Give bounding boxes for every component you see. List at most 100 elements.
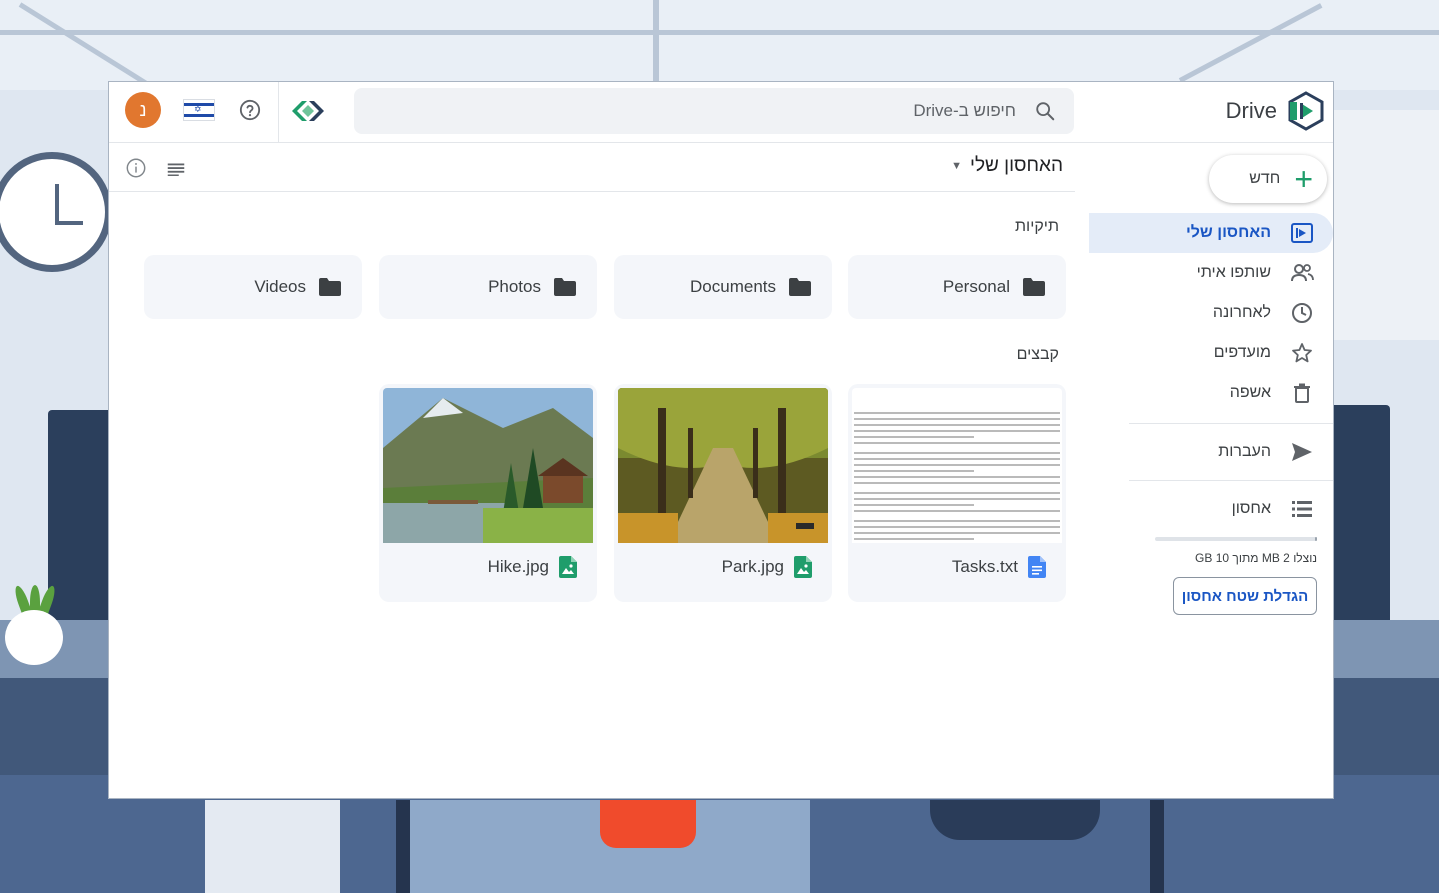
clock-icon xyxy=(1289,300,1315,326)
folder-icon xyxy=(554,278,576,296)
text-preview-line xyxy=(854,430,1060,432)
folder-name: Photos xyxy=(488,277,541,296)
file-meta: Hike.jpg xyxy=(488,556,577,578)
drive-logo-icon xyxy=(1288,91,1324,131)
file-thumbnail xyxy=(383,388,593,543)
drive-folder-icon xyxy=(1289,220,1315,246)
folder-name: Videos xyxy=(254,277,306,296)
text-preview-line xyxy=(854,520,1060,522)
text-preview-line xyxy=(854,452,1060,454)
desk-leg xyxy=(396,800,410,893)
file-meta: Park.jpg xyxy=(722,556,812,578)
app-switcher-icon-svg xyxy=(292,101,324,121)
text-preview-line xyxy=(854,436,974,438)
desk-leg xyxy=(1150,800,1164,893)
text-preview-line xyxy=(854,418,1060,420)
window-mullion xyxy=(653,0,659,90)
text-preview-line xyxy=(854,526,1060,528)
text-preview xyxy=(852,388,1062,543)
folder-icon xyxy=(789,278,811,296)
breadcrumb[interactable]: האחסון שלי ▼ xyxy=(951,155,1063,177)
text-preview-line xyxy=(854,510,1060,512)
new-button[interactable]: + חדש xyxy=(1209,155,1327,203)
wall-cabinet xyxy=(1320,110,1439,340)
file-tasks[interactable]: Tasks.txt xyxy=(848,384,1066,602)
storage-bar xyxy=(1155,537,1317,541)
sidebar-item-label: אשפה xyxy=(1229,384,1271,401)
sidebar-item-label: לאחרונה xyxy=(1212,304,1271,321)
star-icon xyxy=(1289,340,1315,366)
send-icon xyxy=(1289,439,1315,465)
upgrade-storage-button[interactable]: הגדלת שטח אחסון xyxy=(1173,577,1317,615)
folder-documents[interactable]: Documents xyxy=(614,255,832,319)
storage-icon xyxy=(1289,496,1315,522)
divider xyxy=(278,82,279,142)
text-preview-line xyxy=(854,442,1060,444)
file-hike[interactable]: Hike.jpg xyxy=(379,384,597,602)
window xyxy=(0,0,1439,90)
sidebar-item-label: מועדפים xyxy=(1213,344,1271,361)
sidebar-item-trash[interactable]: אשפה xyxy=(1089,373,1333,413)
folder-photos[interactable]: Photos xyxy=(379,255,597,319)
drawer-cabinet xyxy=(205,800,340,893)
list-view-icon[interactable] xyxy=(165,158,187,180)
text-preview-line xyxy=(854,424,1060,426)
folders-title: תיקיות xyxy=(1014,218,1059,235)
storage-usage-text: נוצלו 2 MB מתוך 10 GB xyxy=(1195,551,1317,565)
text-preview-line xyxy=(854,492,1060,494)
help-icon[interactable] xyxy=(239,99,261,121)
new-button-label: חדש xyxy=(1249,170,1281,187)
file-meta: Tasks.txt xyxy=(952,556,1046,578)
top-bar: נ ✡ Drive xyxy=(109,82,1333,143)
search-input[interactable] xyxy=(614,100,1018,122)
file-park[interactable]: Park.jpg xyxy=(614,384,832,602)
sidebar-item-label: אחסון xyxy=(1231,500,1271,517)
divider xyxy=(1129,480,1333,481)
text-preview-line xyxy=(854,458,1060,460)
sidebar: + חדש האחסון שלי שותפו איתי לאחרונה מועד… xyxy=(1089,143,1333,798)
sidebar-item-transfers[interactable]: העברות xyxy=(1089,432,1333,472)
park-image xyxy=(618,388,828,543)
sidebar-item-storage[interactable]: אחסון xyxy=(1089,489,1333,529)
text-preview-line xyxy=(854,532,1060,534)
storage-bar-fill xyxy=(1315,537,1317,541)
sidebar-item-shared[interactable]: שותפו איתי xyxy=(1089,253,1333,293)
text-preview-line xyxy=(854,412,1060,414)
plant-pot xyxy=(5,610,63,665)
text-preview-line xyxy=(854,470,974,472)
folder-videos[interactable]: Videos xyxy=(144,255,362,319)
folder-name: Documents xyxy=(690,277,776,296)
folder-icon xyxy=(319,278,341,296)
image-file-icon xyxy=(559,556,577,578)
file-thumbnail xyxy=(852,388,1062,543)
israel-flag-icon[interactable]: ✡ xyxy=(183,99,215,121)
text-preview-line xyxy=(854,538,974,540)
text-preview-line xyxy=(854,482,1060,484)
brand[interactable]: Drive xyxy=(1226,90,1325,132)
search-bar[interactable] xyxy=(354,88,1074,134)
sidebar-item-recent[interactable]: לאחרונה xyxy=(1089,293,1333,333)
divider xyxy=(1129,423,1333,424)
app-switcher-icon[interactable] xyxy=(289,94,327,128)
folder-personal[interactable]: Personal xyxy=(848,255,1066,319)
info-icon[interactable] xyxy=(125,157,147,179)
drive-app-window: נ ✡ Drive xyxy=(108,81,1334,799)
avatar[interactable]: נ xyxy=(125,92,161,128)
file-name: Hike.jpg xyxy=(487,557,549,576)
sidebar-item-label: שותפו איתי xyxy=(1196,264,1271,281)
brand-name: Drive xyxy=(1225,98,1277,123)
window-mullion xyxy=(0,30,1439,35)
trash-icon xyxy=(1289,380,1315,406)
sidebar-item-label: האחסון שלי xyxy=(1185,224,1271,241)
main-header: האחסון שלי ▼ xyxy=(109,143,1075,192)
sidebar-item-my-drive[interactable]: האחסון שלי xyxy=(1089,213,1333,253)
text-preview-line xyxy=(854,504,974,506)
sidebar-item-starred[interactable]: מועדפים xyxy=(1089,333,1333,373)
dark-chair xyxy=(930,800,1100,840)
folder-name: Personal xyxy=(942,277,1010,296)
people-icon xyxy=(1289,260,1315,286)
red-chair xyxy=(600,800,696,848)
hike-image xyxy=(383,388,593,543)
search-icon[interactable] xyxy=(1034,100,1056,122)
text-preview-line xyxy=(854,476,1060,478)
